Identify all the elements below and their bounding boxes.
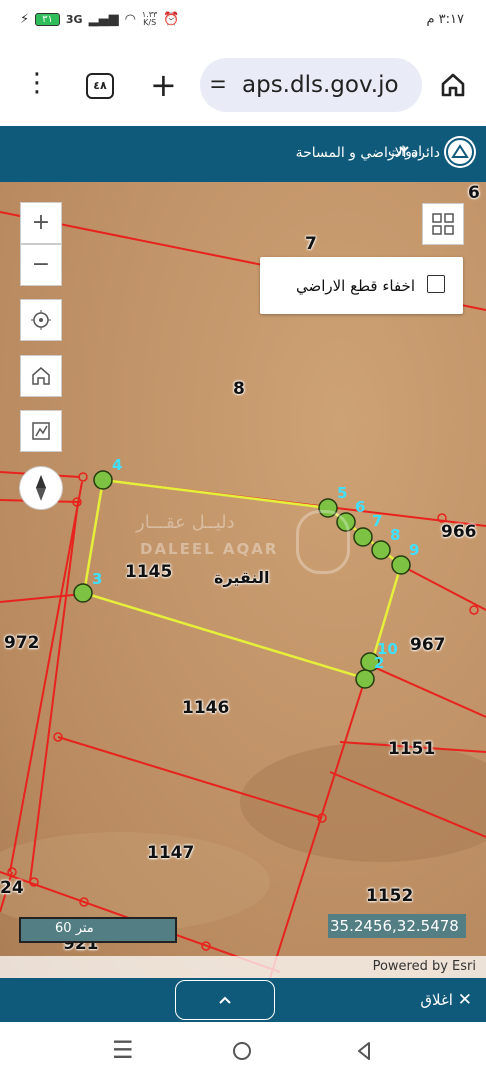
hide-parcels-toggle[interactable]: اخفاء قطع الاراضي bbox=[260, 257, 463, 314]
plus-icon[interactable]: + bbox=[150, 66, 177, 104]
network-type: 3G bbox=[65, 12, 83, 26]
zoom-out-icon[interactable]: − bbox=[20, 244, 62, 286]
status-time: ٣:١٧ م bbox=[426, 12, 464, 27]
system-nav-bar: ☰ bbox=[0, 1022, 486, 1080]
watermark-english: DALEEL AQAR bbox=[140, 540, 279, 558]
parcel-label: 1147 bbox=[147, 843, 195, 863]
parcel-label: 1145 bbox=[125, 562, 173, 582]
browser-toolbar: ⋮ ٤٨ + ⚌ aps.dls.gov.jo bbox=[0, 46, 486, 126]
close-panel-button[interactable]: اغلاق ✕ bbox=[420, 990, 472, 1010]
home-circle-icon[interactable] bbox=[231, 1036, 253, 1068]
parcel-label: 1146 bbox=[182, 698, 230, 718]
vertex-label: 5 bbox=[337, 484, 348, 502]
home-icon[interactable] bbox=[440, 72, 466, 102]
measure-icon[interactable] bbox=[20, 410, 62, 452]
chevron-up-icon bbox=[219, 996, 231, 1004]
parcel-label: 966 bbox=[441, 522, 477, 542]
tune-icon[interactable]: ⚌ bbox=[210, 72, 226, 93]
cell-signal-icon: ▂▄▆ bbox=[88, 11, 119, 27]
url-bar[interactable]: ⚌ aps.dls.gov.jo bbox=[200, 58, 422, 112]
signal-icon: ⚡ bbox=[20, 11, 30, 27]
watermark-logo bbox=[296, 510, 350, 574]
net-speed-unit: K/S bbox=[143, 18, 157, 27]
compass-icon[interactable] bbox=[19, 466, 63, 510]
parcel-label: 8 bbox=[233, 379, 245, 399]
zoom-in-icon[interactable]: + bbox=[20, 202, 62, 244]
app-header: ادوات دائرة الاراضي و المساحة bbox=[0, 126, 486, 182]
area-name-label: النقيرة bbox=[214, 568, 270, 587]
basemap-gallery-icon[interactable] bbox=[422, 203, 464, 245]
parcel-label: 6 bbox=[468, 183, 480, 203]
wifi-icon: ◠ bbox=[124, 11, 136, 27]
vertex-label: 4 bbox=[112, 456, 123, 474]
coordinates-readout: 35.2456,32.5478 bbox=[328, 914, 466, 938]
map-attribution: Powered by Esri bbox=[0, 956, 486, 978]
close-label: اغلاق bbox=[420, 991, 453, 1009]
parcel-label: 7 bbox=[305, 234, 317, 254]
watermark-arabic: دليــل عقـــار bbox=[136, 512, 235, 533]
coordinates-text: 35.2456,32.5478 bbox=[330, 917, 459, 935]
more-vert-icon[interactable]: ⋮ bbox=[24, 68, 50, 98]
parcel-label: 967 bbox=[410, 635, 446, 655]
parcel-label: 24 bbox=[0, 878, 24, 898]
vertex-label: 9 bbox=[409, 541, 420, 559]
close-icon: ✕ bbox=[457, 990, 472, 1010]
attribution-text: Powered by Esri bbox=[372, 959, 476, 974]
battery-icon: ٣١ bbox=[35, 12, 60, 26]
vertex-label: 6 bbox=[355, 498, 366, 516]
parcel-label: 1152 bbox=[366, 886, 414, 906]
scale-bar: 60 متر bbox=[19, 917, 177, 943]
app-title: دائرة الاراضي و المساحة bbox=[295, 145, 440, 161]
locate-icon[interactable] bbox=[20, 299, 62, 341]
status-bar: ⚡ ٣١ 3G ▂▄▆ ◠ ١.٣٣ K/S ⏰ ٣:١٧ م bbox=[0, 0, 486, 46]
map-view[interactable]: 4 5 6 7 8 9 10 2 3 دليــل عقـــار DALEEL… bbox=[0, 182, 486, 978]
bottom-panel-bar: اغلاق ✕ bbox=[0, 978, 486, 1022]
url-text[interactable]: aps.dls.gov.jo bbox=[242, 72, 399, 98]
parcel-label: 972 bbox=[4, 633, 40, 653]
hide-parcels-checkbox[interactable] bbox=[427, 275, 445, 293]
vertex-label: 2 bbox=[374, 654, 385, 672]
dls-logo bbox=[444, 136, 476, 168]
vertex-label: 3 bbox=[92, 570, 103, 588]
scale-label: 60 متر bbox=[55, 921, 94, 936]
home-icon[interactable] bbox=[20, 355, 62, 397]
expand-panel-button[interactable] bbox=[175, 980, 275, 1020]
tab-switcher-button[interactable]: ٤٨ bbox=[86, 73, 114, 99]
recents-icon[interactable]: ☰ bbox=[112, 1036, 134, 1064]
alarm-icon: ⏰ bbox=[163, 11, 180, 27]
parcel-label: 1151 bbox=[388, 739, 436, 759]
status-icons: ⚡ ٣١ 3G ▂▄▆ ◠ ١.٣٣ K/S ⏰ bbox=[20, 11, 180, 27]
back-icon[interactable] bbox=[354, 1036, 374, 1068]
vertex-label: 8 bbox=[390, 526, 401, 544]
hide-parcels-label: اخفاء قطع الاراضي bbox=[295, 277, 415, 295]
vertex-label: 7 bbox=[372, 512, 383, 530]
net-speed: ١.٣٣ K/S bbox=[142, 11, 157, 27]
